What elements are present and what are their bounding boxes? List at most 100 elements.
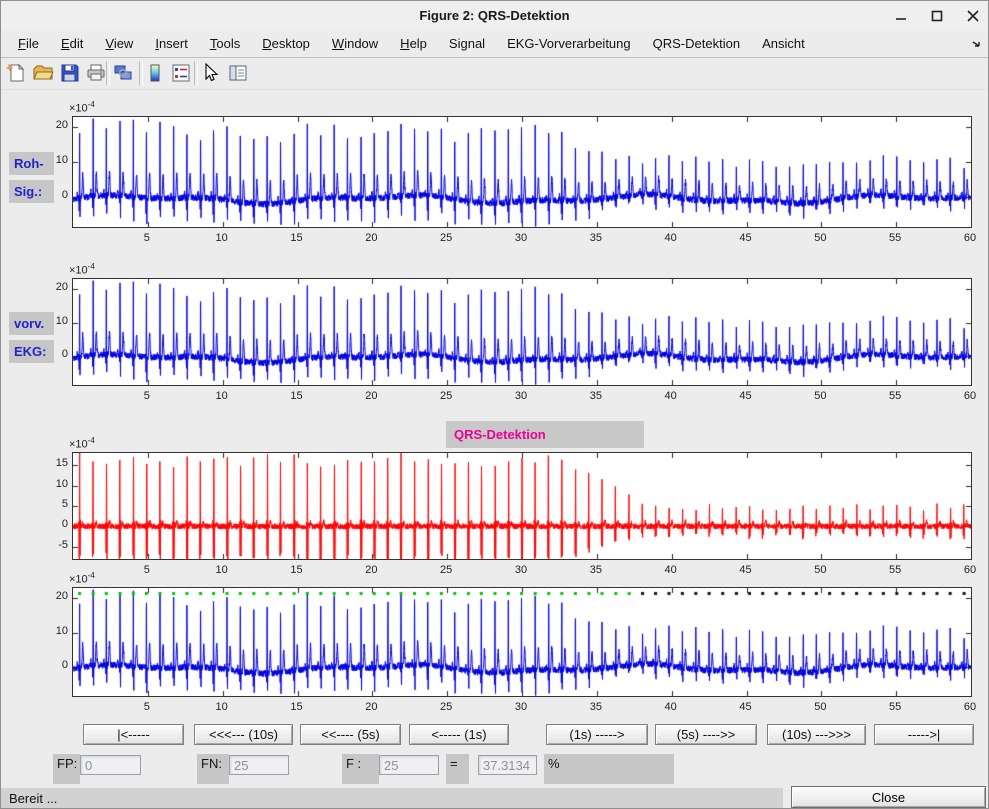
- axis-tick-label: 5: [134, 390, 160, 402]
- axis-tick-label: 20: [38, 119, 68, 131]
- f-label: F :: [342, 754, 379, 784]
- axis-tick-label: 60: [957, 232, 983, 244]
- maximize-button[interactable]: [930, 9, 944, 23]
- axis-tick-label: 35: [583, 232, 609, 244]
- label-sig: Sig.:: [9, 180, 54, 203]
- axis-tick-label: 30: [508, 701, 534, 713]
- minimize-button[interactable]: [894, 9, 908, 23]
- axis-tick-label: 45: [733, 390, 759, 402]
- axis-tick-label: 0: [38, 518, 68, 530]
- f-input[interactable]: [379, 755, 439, 775]
- menu-item-ekg-vorverarbeitung[interactable]: EKG-Vorverarbeitung: [496, 32, 642, 55]
- axis-tick-label: 40: [658, 390, 684, 402]
- menu-item-ansicht[interactable]: Ansicht: [751, 32, 816, 55]
- maximize-icon: [931, 10, 943, 22]
- axis-tick-label: 5: [134, 232, 160, 244]
- y-axis-exponent-label: ×10-4: [69, 100, 95, 115]
- save-icon[interactable]: [59, 62, 81, 84]
- nav-fwd-5s-button[interactable]: (5s) ---->>: [655, 724, 757, 745]
- menu-overflow-icon: [972, 40, 982, 50]
- open-folder-icon[interactable]: [32, 62, 54, 84]
- close-window-button[interactable]: [966, 9, 980, 23]
- axis-tick-label: 25: [433, 390, 459, 402]
- menu-item-file[interactable]: File: [7, 32, 50, 55]
- axis-tick-label: 60: [957, 701, 983, 713]
- axis-tick-label: 55: [882, 701, 908, 713]
- insert-colorbar-icon[interactable]: [144, 62, 166, 84]
- menu-item-desktop[interactable]: Desktop: [251, 32, 321, 55]
- nav-start-button[interactable]: |<-----: [83, 724, 184, 745]
- toolbar: [1, 58, 988, 90]
- fn-input[interactable]: [229, 755, 289, 775]
- title-bar[interactable]: Figure 2: QRS-Detektion: [1, 1, 988, 31]
- axis-tick-label: 35: [583, 390, 609, 402]
- nav-end-button[interactable]: ----->|: [874, 724, 974, 745]
- axis-tick-label: 10: [38, 478, 68, 490]
- insert-legend-icon[interactable]: [170, 62, 192, 84]
- menu-item-insert[interactable]: Insert: [144, 32, 199, 55]
- print-icon[interactable]: [85, 62, 107, 84]
- axis-tick-label: 15: [284, 390, 310, 402]
- axis-tick-label: 35: [583, 564, 609, 576]
- label-roh: Roh-: [9, 152, 54, 175]
- axis-tick-label: 15: [284, 232, 310, 244]
- axis-tick-label: 25: [433, 564, 459, 576]
- axis-tick-label: 45: [733, 564, 759, 576]
- menu-item-window[interactable]: Window: [321, 32, 389, 55]
- menu-overflow-button[interactable]: [972, 37, 982, 55]
- menu-item-signal[interactable]: Signal: [438, 32, 496, 55]
- axis-tick-label: -5: [38, 539, 68, 551]
- detect-canvas: [73, 588, 971, 696]
- nav-back-1s-button[interactable]: <----- (1s): [409, 724, 509, 745]
- axis-tick-label: 20: [358, 390, 384, 402]
- plot-browser-icon[interactable]: [227, 62, 249, 84]
- ratio-input[interactable]: [478, 755, 537, 775]
- axis-tick-label: 5: [38, 498, 68, 510]
- fp-label: FP:: [53, 754, 80, 784]
- axis-tick-label: 0: [38, 659, 68, 671]
- fn-label: FN:: [197, 754, 229, 784]
- axis-tick-label: 10: [209, 390, 235, 402]
- menu-item-tools[interactable]: Tools: [199, 32, 251, 55]
- edit-plot-cursor-icon[interactable]: [199, 62, 221, 84]
- axis-tick-label: 60: [957, 390, 983, 402]
- nav-back-5s-button[interactable]: <<---- (5s): [300, 724, 401, 745]
- minimize-icon: [895, 10, 907, 22]
- y-axis-exponent-label: ×10-4: [69, 571, 95, 586]
- toolbar-separator: [106, 61, 110, 85]
- axis-tick-label: 20: [358, 232, 384, 244]
- figure-window: Figure 2: QRS-Detektion FileEditViewInse…: [0, 0, 989, 809]
- axis-tick-label: 55: [882, 390, 908, 402]
- equals-label: =: [446, 754, 469, 784]
- percent-label: %: [544, 754, 674, 784]
- plot-qrs-detection: [72, 587, 972, 697]
- y-axis-exponent-label: ×10-4: [69, 262, 95, 277]
- link-plot-icon[interactable]: [112, 62, 134, 84]
- new-document-icon[interactable]: [5, 62, 27, 84]
- nav-back-10s-button[interactable]: <<<--- (10s): [194, 724, 293, 745]
- axis-tick-label: 30: [508, 390, 534, 402]
- axis-tick-label: 15: [284, 701, 310, 713]
- qrs-detektion-title: QRS-Detektion: [446, 421, 644, 448]
- axis-tick-label: 35: [583, 701, 609, 713]
- menu-item-qrs-detektion[interactable]: QRS-Detektion: [642, 32, 751, 55]
- qrs_filtered-canvas: [73, 453, 971, 559]
- label-ekg: EKG:: [9, 340, 54, 363]
- plot-qrs-filtered: [72, 452, 972, 560]
- nav-fwd-1s-button[interactable]: (1s) ----->: [546, 724, 648, 745]
- menu-item-view[interactable]: View: [94, 32, 144, 55]
- fp-input[interactable]: [80, 755, 141, 775]
- axis-tick-label: 10: [209, 701, 235, 713]
- toolbar-separator: [139, 61, 143, 85]
- axis-tick-label: 30: [508, 232, 534, 244]
- axis-tick-label: 15: [284, 564, 310, 576]
- menu-item-help[interactable]: Help: [389, 32, 438, 55]
- axis-tick-label: 20: [358, 701, 384, 713]
- y-axis-exponent-label: ×10-4: [69, 436, 95, 451]
- nav-fwd-10s-button[interactable]: (10s) --->>>: [767, 724, 866, 745]
- close-button[interactable]: Close: [791, 786, 986, 808]
- axis-tick-label: 10: [209, 564, 235, 576]
- menu-item-edit[interactable]: Edit: [50, 32, 94, 55]
- axis-tick-label: 40: [658, 701, 684, 713]
- window-title: Figure 2: QRS-Detektion: [419, 8, 569, 23]
